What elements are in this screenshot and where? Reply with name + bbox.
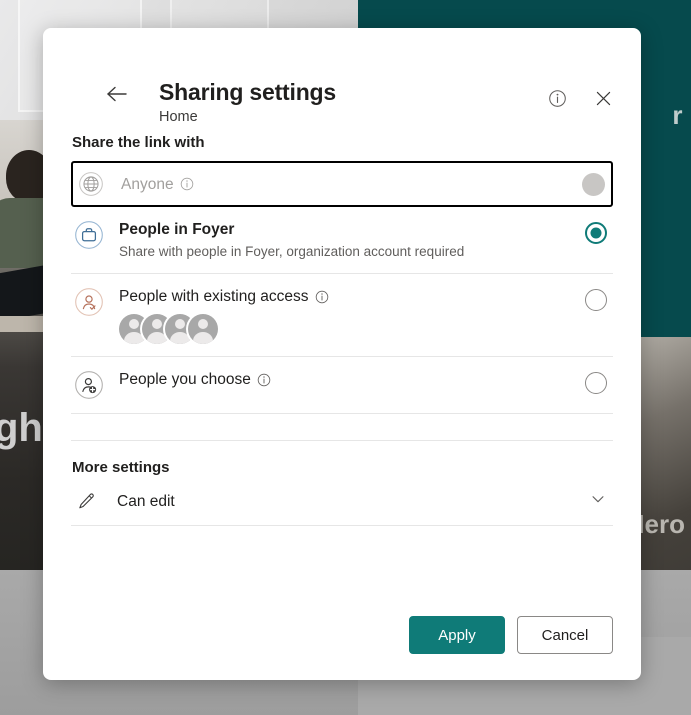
cancel-button[interactable]: Cancel — [517, 616, 613, 654]
radio-people-in-foyer[interactable] — [585, 222, 607, 244]
option-label-people-you-choose: People you choose — [119, 371, 251, 388]
option-row-people-with-existing-access[interactable]: People with existing access — [71, 274, 613, 357]
dialog-footer: Apply Cancel — [43, 616, 641, 680]
info-icon[interactable] — [541, 82, 573, 114]
pencil-icon — [77, 492, 103, 511]
dialog-body: Share the link with Anyone People in Foy… — [43, 134, 641, 526]
option-row-people-you-choose[interactable]: People you choose — [71, 357, 613, 414]
close-icon[interactable] — [587, 82, 619, 114]
more-settings-label: More settings — [71, 440, 613, 476]
option-text-people-with-existing-access: People with existing access — [119, 286, 573, 344]
option-title-row-anyone: Anyone — [121, 174, 570, 195]
avatar-stack — [119, 314, 573, 344]
person-check-icon — [73, 286, 105, 318]
option-desc-people-in-foyer: Share with people in Foyer, organization… — [119, 244, 465, 259]
page-subtitle: Home — [159, 109, 198, 125]
globe-icon — [75, 168, 107, 200]
screen: r ght Hero Sharing settings Home Share t… — [0, 0, 691, 715]
permission-dropdown[interactable]: Can edit — [71, 478, 613, 526]
option-label-anyone: Anyone — [121, 175, 174, 193]
page-title: Sharing settings — [159, 79, 336, 105]
info-icon-people-with-existing-access[interactable] — [315, 290, 329, 304]
person-add-icon — [73, 369, 105, 401]
info-icon-anyone[interactable] — [180, 177, 194, 191]
permission-value: Can edit — [117, 492, 175, 510]
option-row-people-in-foyer[interactable]: People in Foyer Share with people in Foy… — [71, 207, 613, 274]
background-teal-text: r — [672, 100, 683, 130]
back-button[interactable] — [100, 77, 134, 111]
option-text-people-in-foyer: People in Foyer Share with people in Foy… — [119, 219, 573, 261]
radio-people-you-choose[interactable] — [585, 372, 607, 394]
option-label-people-in-foyer: People in Foyer — [119, 221, 235, 238]
option-text-anyone: Anyone — [121, 174, 570, 195]
chevron-down-icon[interactable] — [589, 490, 607, 513]
briefcase-icon — [73, 219, 105, 251]
radio-anyone[interactable] — [582, 172, 605, 196]
sharing-settings-dialog: Sharing settings Home Share the link wit… — [43, 28, 641, 680]
option-row-anyone[interactable]: Anyone — [71, 161, 613, 207]
radio-people-with-existing-access[interactable] — [585, 289, 607, 311]
header-actions — [541, 82, 619, 114]
option-text-people-you-choose: People you choose — [119, 369, 573, 390]
info-icon-people-you-choose[interactable] — [257, 373, 271, 387]
share-section-label: Share the link with — [72, 134, 205, 151]
option-title-row-people-in-foyer: People in Foyer — [119, 219, 573, 240]
option-label-people-with-existing-access: People with existing access — [119, 288, 309, 305]
avatar — [188, 314, 218, 344]
apply-button[interactable]: Apply — [409, 616, 505, 654]
option-title-row-people-you-choose: People you choose — [119, 369, 573, 390]
option-title-row-people-with-existing-access: People with existing access — [119, 286, 573, 307]
title-block: Sharing settings Home — [159, 78, 336, 127]
dialog-header: Sharing settings Home — [43, 28, 641, 125]
